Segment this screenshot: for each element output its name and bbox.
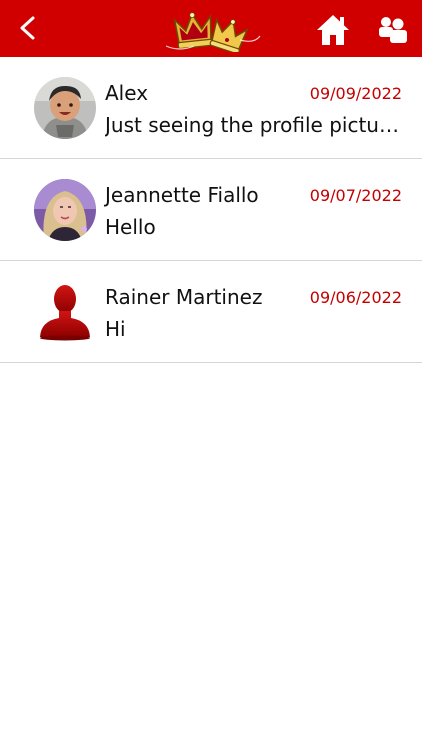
people-icon	[379, 17, 407, 43]
message-preview: Hello	[105, 215, 156, 239]
avatar	[34, 77, 96, 139]
back-button[interactable]	[10, 10, 46, 46]
contact-name: Rainer Martinez	[105, 285, 263, 309]
contact-name: Jeannette Fiallo	[105, 183, 259, 207]
conversation-row-rainer[interactable]: Rainer Martinez 09/06/2022 Hi	[0, 261, 422, 363]
message-date: 09/06/2022	[309, 288, 402, 307]
message-preview: Just seeing the profile picture...	[105, 113, 403, 137]
message-preview: Hi	[105, 317, 126, 341]
conversation-row-jeannette[interactable]: Jeannette Fiallo 09/07/2022 Hello	[0, 159, 422, 261]
avatar	[34, 179, 96, 241]
message-date: 09/07/2022	[309, 186, 402, 205]
people-button[interactable]	[376, 15, 410, 45]
home-icon	[317, 15, 349, 45]
chevron-left-icon	[20, 16, 35, 40]
conversation-list: Alex 09/09/2022 Just seeing the profile …	[0, 57, 422, 363]
contact-name: Alex	[105, 81, 149, 105]
top-app-bar	[0, 0, 422, 57]
default-user-silhouette-icon	[34, 281, 96, 343]
home-button[interactable]	[316, 14, 350, 46]
conversation-row-alex[interactable]: Alex 09/09/2022 Just seeing the profile …	[0, 57, 422, 159]
crowns-logo	[160, 8, 264, 55]
message-date: 09/09/2022	[309, 84, 402, 103]
